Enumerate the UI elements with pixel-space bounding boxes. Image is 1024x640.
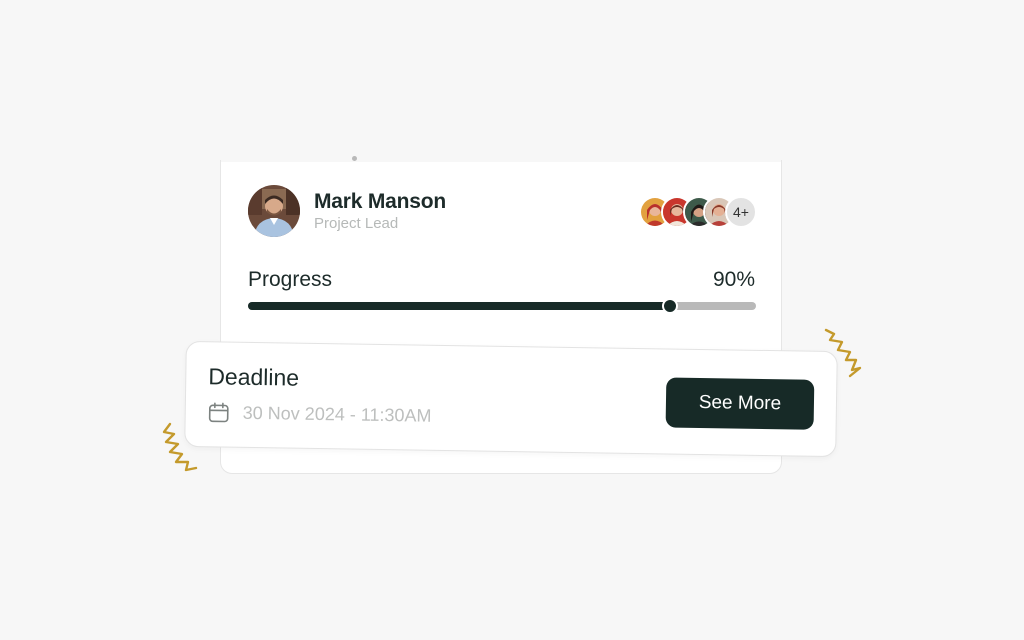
deadline-title: Deadline	[208, 363, 300, 391]
deadline-date: 30 Nov 2024 - 11:30AM	[242, 402, 432, 426]
progress-fill	[248, 302, 670, 310]
more-members-badge[interactable]: 4+	[725, 196, 757, 228]
progress-handle[interactable]	[661, 298, 678, 314]
deadline-card: Deadline 30 Nov 2024 - 11:30AM See More	[184, 340, 838, 458]
stage: Mark Manson Project Lead 4+ Progress 90%	[0, 0, 1024, 640]
user-role: Project Lead	[314, 215, 399, 232]
cropped-text-fragment	[352, 156, 357, 161]
user-name: Mark Manson	[314, 190, 446, 213]
calendar-icon	[207, 400, 231, 424]
progress-value: 90%	[712, 268, 755, 291]
avatar[interactable]	[248, 185, 300, 237]
avatar-photo	[248, 185, 300, 237]
progress-bar[interactable]	[248, 298, 756, 314]
card-top-edge	[221, 160, 781, 162]
progress-label: Progress	[248, 268, 333, 291]
team-avatars[interactable]: 4+	[639, 196, 759, 228]
see-more-button[interactable]: See More	[665, 377, 815, 430]
